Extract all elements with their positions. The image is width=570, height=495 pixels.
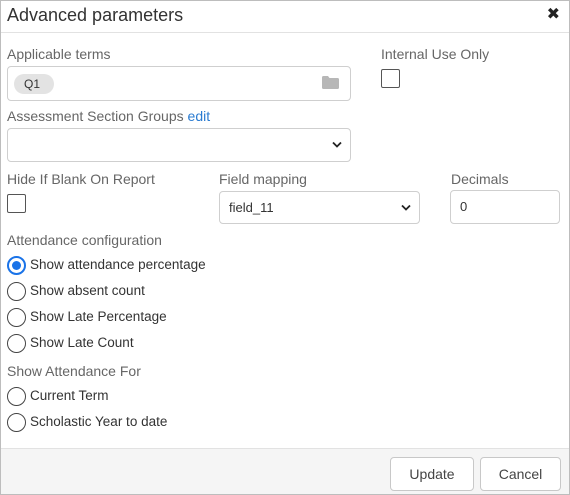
radio-label: Scholastic Year to date bbox=[30, 414, 168, 429]
radio-button[interactable] bbox=[7, 256, 26, 275]
radio-label: Show attendance percentage bbox=[30, 257, 206, 272]
update-button[interactable]: Update bbox=[390, 457, 474, 491]
radio-button[interactable] bbox=[7, 334, 26, 353]
dialog-title: Advanced parameters bbox=[7, 5, 184, 25]
hide-blank-label: Hide If Blank On Report bbox=[7, 171, 155, 187]
assessment-groups-select[interactable] bbox=[7, 128, 351, 162]
applicable-terms-label: Applicable terms bbox=[7, 46, 111, 62]
field-mapping-value: field_11 bbox=[229, 200, 274, 215]
folder-icon[interactable] bbox=[322, 76, 339, 89]
advanced-parameters-dialog: Advanced parameters ✖ Applicable terms Q… bbox=[0, 0, 570, 495]
hide-blank-checkbox[interactable] bbox=[7, 194, 26, 213]
assessment-groups-edit-link[interactable]: edit bbox=[188, 108, 211, 124]
internal-use-checkbox[interactable] bbox=[381, 69, 400, 88]
chevron-down-icon bbox=[332, 141, 342, 148]
field-mapping-label: Field mapping bbox=[219, 171, 307, 187]
decimals-input[interactable]: 0 bbox=[450, 190, 560, 224]
cancel-button[interactable]: Cancel bbox=[480, 457, 561, 491]
attendance-for-label: Show Attendance For bbox=[7, 363, 141, 379]
chevron-down-icon bbox=[401, 204, 411, 211]
assessment-groups-label-text: Assessment Section Groups bbox=[7, 108, 184, 124]
radio-button[interactable] bbox=[7, 282, 26, 301]
radio-button[interactable] bbox=[7, 387, 26, 406]
close-icon[interactable]: ✖ bbox=[547, 7, 560, 23]
field-mapping-select[interactable]: field_11 bbox=[219, 191, 420, 224]
radio-button[interactable] bbox=[7, 413, 26, 432]
radio-label: Show Late Percentage bbox=[30, 309, 167, 324]
radio-label: Current Term bbox=[30, 388, 109, 403]
term-chip-q1[interactable]: Q1 bbox=[14, 74, 55, 94]
dialog-footer: Update Cancel bbox=[1, 448, 569, 494]
radio-label: Show absent count bbox=[30, 283, 145, 298]
applicable-terms-field[interactable]: Q1 bbox=[7, 66, 351, 101]
attendance-config-label: Attendance configuration bbox=[7, 232, 162, 248]
radio-label: Show Late Count bbox=[30, 335, 134, 350]
assessment-groups-label: Assessment Section Groups edit bbox=[7, 108, 210, 124]
decimals-label: Decimals bbox=[451, 171, 509, 187]
decimals-value: 0 bbox=[460, 199, 468, 214]
internal-use-label: Internal Use Only bbox=[381, 46, 490, 62]
header-divider bbox=[1, 32, 569, 33]
radio-button[interactable] bbox=[7, 308, 26, 327]
